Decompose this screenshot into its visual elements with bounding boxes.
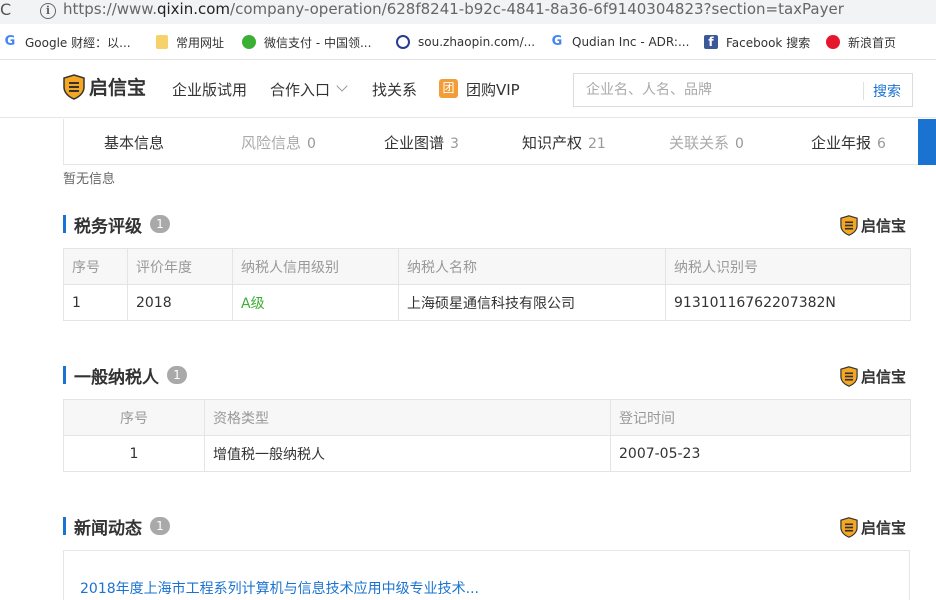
bookmark-wechat-pay[interactable]: 微信支付 - 中国领... [242, 33, 371, 51]
table-header-row: 序号 资格类型 登记时间 [63, 399, 911, 436]
taxpayer-id: 91310116762207382N [665, 284, 911, 321]
group-buy-icon: 团 [439, 79, 458, 98]
news-link[interactable]: 2018年度上海市工程系列计算机与信息技术应用中级专业技术... [80, 578, 479, 598]
bookmarks-bar: G Google 财經：以... 常用网址 微信支付 - 中国领... sou.z… [0, 24, 936, 60]
row-number: 1 [63, 435, 205, 472]
search-divider [863, 82, 864, 100]
count-badge: 1 [167, 366, 187, 384]
brand-watermark: 启信宝 [840, 215, 906, 236]
nav-find-relation[interactable]: 找关系 [372, 79, 417, 100]
column-header: 纳税人名称 [398, 248, 666, 285]
nav-enterprise-trial[interactable]: 企业版试用 [172, 79, 247, 100]
nav-partner-entry[interactable]: 合作入口 [270, 79, 330, 100]
section-title-general-taxpayer: 一般纳税人 1 [63, 364, 187, 388]
shield-logo-icon [63, 73, 85, 100]
general-taxpayer-table: 序号 资格类型 登记时间 1 增值税一般纳税人 2007-05-23 [63, 399, 911, 472]
bookmark-qudian[interactable]: G Qudian Inc - ADR:... [550, 33, 690, 51]
search-input[interactable] [574, 74, 862, 106]
shield-logo-icon [840, 366, 858, 387]
section-marker [63, 517, 66, 535]
count-badge: 1 [150, 215, 170, 233]
brand-watermark: 启信宝 [840, 366, 906, 387]
section-marker [63, 366, 66, 384]
search-box: 搜索 [573, 73, 913, 107]
column-header: 序号 [63, 399, 205, 436]
google-icon: G [4, 34, 16, 49]
tab-enterprise-graph[interactable]: 企业图谱 3 [384, 132, 459, 153]
tab-related-parties[interactable]: 关联关系 0 [669, 132, 744, 153]
bookmark-google-finance[interactable]: G Google 财經：以... [3, 33, 131, 51]
section-marker [63, 215, 66, 233]
table-row: 1 2018 A级 上海硕星通信科技有限公司 91310116762207382… [63, 284, 911, 321]
facebook-icon: f [704, 35, 718, 49]
bookmark-zhaopin[interactable]: sou.zhaopin.com/... [396, 33, 535, 51]
section-title-tax-rating: 税务评级 1 [63, 213, 170, 237]
shield-logo-icon [840, 215, 858, 236]
tab-intellectual-property[interactable]: 知识产权 21 [522, 132, 606, 153]
brand-watermark: 启信宝 [840, 517, 906, 538]
column-header: 序号 [63, 248, 128, 285]
weibo-icon [826, 35, 840, 49]
tax-rating-table: 序号 评价年度 纳税人信用级别 纳税人名称 纳税人识别号 1 2018 A级 上… [63, 248, 911, 321]
tab-annual-report[interactable]: 企业年报 6 [811, 132, 886, 153]
column-header: 登记时间 [610, 399, 911, 436]
qualification-type: 增值税一般纳税人 [204, 435, 611, 472]
tab-basic-info[interactable]: 基本信息 [104, 132, 164, 153]
column-header: 纳税人信用级别 [232, 248, 399, 285]
bookmark-sina[interactable]: 新浪首页 [826, 33, 896, 51]
bookmark-common-sites[interactable]: 常用网址 [156, 33, 224, 51]
news-list: 2018年度上海市工程系列计算机与信息技术应用中级专业技术... [63, 550, 910, 600]
folder-icon [156, 35, 168, 49]
site-header: 启信宝 企业版试用 合作入口 找关系 团 团购VIP 搜索 [0, 60, 936, 118]
site-logo[interactable]: 启信宝 [63, 73, 146, 100]
no-info-text: 暂无信息 [63, 172, 116, 187]
row-number: 1 [63, 284, 128, 321]
column-header: 评价年度 [127, 248, 233, 285]
tab-risk-info[interactable]: 风险信息 0 [241, 132, 316, 153]
url-field[interactable]: https://www.qixin.com/company-operation/… [63, 0, 844, 18]
table-row: 1 增值税一般纳税人 2007-05-23 [63, 435, 911, 472]
column-header: 纳税人识别号 [665, 248, 911, 285]
wechat-icon [242, 35, 256, 49]
browser-address-bar: C i https://www.qixin.com/company-operat… [0, 0, 936, 24]
globe-icon [396, 35, 410, 49]
credit-level: A级 [232, 284, 399, 321]
shield-logo-icon [840, 517, 858, 538]
registration-date: 2007-05-23 [610, 435, 911, 472]
bookmark-facebook[interactable]: f Facebook 搜索 [704, 33, 810, 51]
site-info-icon[interactable]: i [40, 3, 56, 19]
chevron-down-icon[interactable] [336, 80, 348, 92]
table-header-row: 序号 评价年度 纳税人信用级别 纳税人名称 纳税人识别号 [63, 248, 911, 285]
count-badge: 1 [150, 517, 170, 535]
google-icon: G [551, 34, 563, 49]
company-tab-bar: 基本信息 风险信息 0 企业图谱 3 知识产权 21 关联关系 0 企业年报 6 [63, 119, 936, 165]
rating-year: 2018 [127, 284, 233, 321]
search-button[interactable]: 搜索 [873, 81, 901, 101]
section-title-news: 新闻动态 1 [63, 515, 170, 539]
reload-icon[interactable]: C [0, 0, 11, 19]
column-header: 资格类型 [204, 399, 611, 436]
feedback-side-tab[interactable] [918, 119, 936, 165]
taxpayer-name: 上海硕星通信科技有限公司 [398, 284, 666, 321]
nav-group-vip[interactable]: 团购VIP [466, 79, 520, 100]
